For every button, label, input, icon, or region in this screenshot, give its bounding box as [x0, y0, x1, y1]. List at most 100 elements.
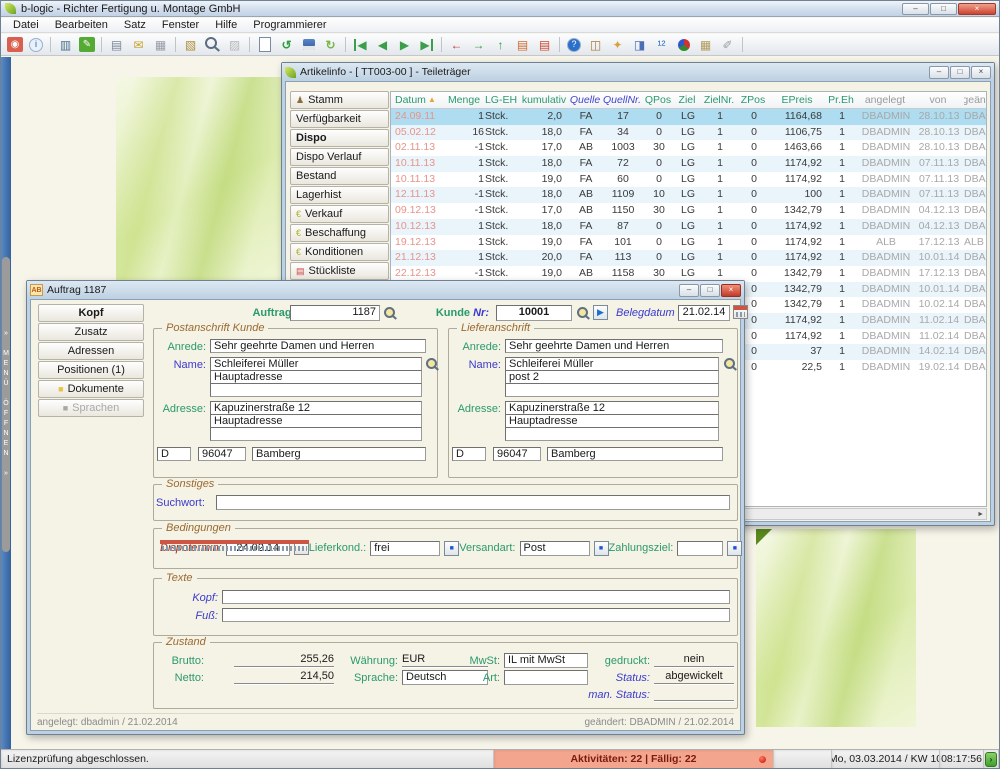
ort-input[interactable]: Bamberg — [547, 447, 723, 461]
kunde-open-button[interactable]: ▶ — [593, 305, 608, 320]
protocol-doc-icon[interactable]: ◨ — [629, 35, 650, 54]
name-input-3[interactable] — [210, 383, 422, 397]
column-header[interactable]: Quelle — [570, 92, 602, 108]
name-input-2[interactable]: post 2 — [505, 370, 719, 384]
menu-item[interactable]: Programmierer — [245, 18, 334, 32]
sidebar-verfuegbarkeit[interactable]: Verfügbarkeit — [290, 110, 389, 128]
minimize-button[interactable]: – — [929, 66, 949, 79]
tab-positionen[interactable]: Positionen (1) — [38, 361, 144, 379]
anrede-input[interactable]: Sehr geehrte Damen und Herren — [210, 339, 426, 353]
address-book-icon[interactable]: ▤ — [512, 35, 533, 54]
column-header[interactable]: von — [914, 92, 964, 108]
anrede-input[interactable]: Sehr geehrte Damen und Herren — [505, 339, 723, 353]
table-row[interactable]: 05.02.12 16 Stck. 18,0 FA 34 0 LG 1 0 11… — [391, 125, 986, 141]
print-icon[interactable]: ▤ — [106, 35, 127, 54]
adresse-input-3[interactable] — [210, 427, 422, 441]
sidebar-stamm[interactable]: ♟Stamm — [290, 91, 389, 109]
search-folder-icon[interactable]: ▧ — [180, 35, 201, 54]
prev-record-icon[interactable]: ◀ — [372, 35, 393, 54]
minimize-button[interactable]: – — [902, 3, 929, 15]
numbers-icon[interactable]: ¹² — [651, 35, 672, 54]
tab-dokumente[interactable]: ■Dokumente — [38, 380, 144, 398]
close-button[interactable]: × — [721, 284, 741, 297]
save-icon[interactable] — [298, 35, 319, 54]
edit-mode-icon[interactable]: ✎ — [79, 37, 95, 52]
kunde-search-icon[interactable] — [576, 306, 589, 319]
toolbar-separator[interactable] — [172, 35, 179, 54]
sidebar-beschaffung[interactable]: €Beschaffung — [290, 224, 389, 242]
calendar-icon[interactable] — [294, 541, 309, 555]
artikelinfo-titlebar[interactable]: Artikelinfo - [ TT003-00 ] - Teileträger… — [282, 63, 994, 81]
organizer-icon[interactable]: ▦ — [695, 35, 716, 54]
minimize-button[interactable]: – — [679, 284, 699, 297]
column-header[interactable]: Ziel — [674, 92, 702, 108]
name-search-icon[interactable] — [425, 357, 438, 370]
column-header[interactable]: geänd — [964, 92, 987, 108]
zahlungsziel-lookup-button[interactable]: ■ — [727, 541, 742, 556]
adresse-input-2[interactable]: Hauptadresse — [505, 414, 719, 428]
toolbar-separator[interactable] — [438, 35, 445, 54]
plz-input[interactable]: 96047 — [198, 447, 246, 461]
plz-input[interactable]: 96047 — [493, 447, 541, 461]
auftrag-nr-input[interactable]: 1187 — [290, 305, 380, 321]
fuss-input[interactable] — [222, 608, 730, 622]
versandart-input[interactable]: Post — [520, 541, 590, 556]
column-header[interactable]: Datum▲ — [391, 92, 446, 108]
close-button[interactable]: × — [958, 3, 996, 15]
toolbar-separator[interactable] — [556, 35, 563, 54]
tab-kopf[interactable]: Kopf — [38, 304, 144, 322]
activities-indicator[interactable]: Aktivitäten: 22 | Fällig: 22 — [494, 750, 774, 768]
toolbar-separator[interactable] — [47, 35, 54, 54]
key-icon[interactable]: ✦ — [607, 35, 628, 54]
adresse-input-3[interactable] — [505, 427, 719, 441]
tab-adressen[interactable]: Adressen — [38, 342, 144, 360]
close-button[interactable]: × — [971, 66, 991, 79]
table-row[interactable]: 10.11.13 1 Stck. 18,0 FA 72 0 LG 1 0 117… — [391, 156, 986, 172]
adresse-input-1[interactable]: Kapuzinerstraße 12 — [505, 401, 719, 415]
sidebar-dispo[interactable]: Dispo — [290, 129, 389, 147]
tab-sprachen[interactable]: ■Sprachen — [38, 399, 144, 417]
new-record-icon[interactable] — [254, 35, 275, 54]
preview-icon[interactable]: ▥ — [55, 35, 76, 54]
scroll-right-icon[interactable]: ► — [977, 511, 984, 518]
table-row[interactable]: 10.12.13 1 Stck. 18,0 FA 87 0 LG 1 0 117… — [391, 219, 986, 235]
sidebar-bestand[interactable]: Bestand — [290, 167, 389, 185]
suchwort-input[interactable] — [216, 495, 730, 510]
table-row[interactable]: 24.09.11 1 Stck. 2,0 FA 17 0 LG 1 0 1164… — [391, 109, 986, 125]
first-record-icon[interactable]: ◀ — [350, 35, 371, 54]
note-edit-icon[interactable]: ✐ — [717, 35, 738, 54]
adresse-input-1[interactable]: Kapuzinerstraße 12 — [210, 401, 422, 415]
tab-zusatz[interactable]: Zusatz — [38, 323, 144, 341]
ort-input[interactable]: Bamberg — [252, 447, 426, 461]
menu-item[interactable]: Hilfe — [207, 18, 245, 32]
up-level-icon[interactable]: ↑ — [490, 35, 511, 54]
restore-button[interactable]: □ — [700, 284, 720, 297]
kopf-input[interactable] — [222, 590, 730, 604]
lieferkond-input[interactable]: frei — [370, 541, 440, 556]
column-header[interactable]: kumulativ — [520, 92, 570, 108]
land-input[interactable]: D — [157, 447, 191, 461]
back-exit-icon[interactable]: ← — [446, 35, 467, 54]
table-row[interactable]: 19.12.13 1 Stck. 19,0 FA 101 0 LG 1 0 11… — [391, 235, 986, 251]
name-input-1[interactable]: Schleiferei Müller — [210, 357, 422, 371]
sidebar-verkauf[interactable]: €Verkauf — [290, 205, 389, 223]
name-search-icon[interactable] — [723, 357, 736, 370]
auftrag-search-icon[interactable] — [383, 306, 396, 319]
menu-open-strip[interactable]: » MENÜ ÖFFNEN » — [2, 257, 10, 552]
restore-button[interactable]: □ — [950, 66, 970, 79]
cash-register-icon[interactable]: ▦ — [150, 35, 171, 54]
menu-item[interactable]: Satz — [116, 18, 154, 32]
column-header[interactable]: LG-EH — [484, 92, 520, 108]
table-row[interactable]: 02.11.13 -1 Stck. 17,0 AB 1003 30 LG 1 0… — [391, 140, 986, 156]
versandart-lookup-button[interactable]: ■ — [594, 541, 609, 556]
table-row[interactable]: 12.11.13 -1 Stck. 18,0 AB 1109 10 LG 1 0… — [391, 187, 986, 203]
column-header[interactable]: QuellNr. — [602, 92, 644, 108]
table-row[interactable]: 10.11.13 1 Stck. 19,0 FA 60 0 LG 1 0 117… — [391, 172, 986, 188]
zahlungsziel-input[interactable] — [677, 541, 723, 556]
sidebar-stueckliste[interactable]: ▤Stückliste — [290, 262, 389, 280]
calendar-icon[interactable] — [733, 305, 748, 319]
status-green-button[interactable]: › — [985, 752, 997, 767]
help-icon[interactable]: ? — [567, 38, 581, 52]
catalog-book-icon[interactable]: ▤ — [534, 35, 555, 54]
column-header[interactable]: Menge — [446, 92, 484, 108]
